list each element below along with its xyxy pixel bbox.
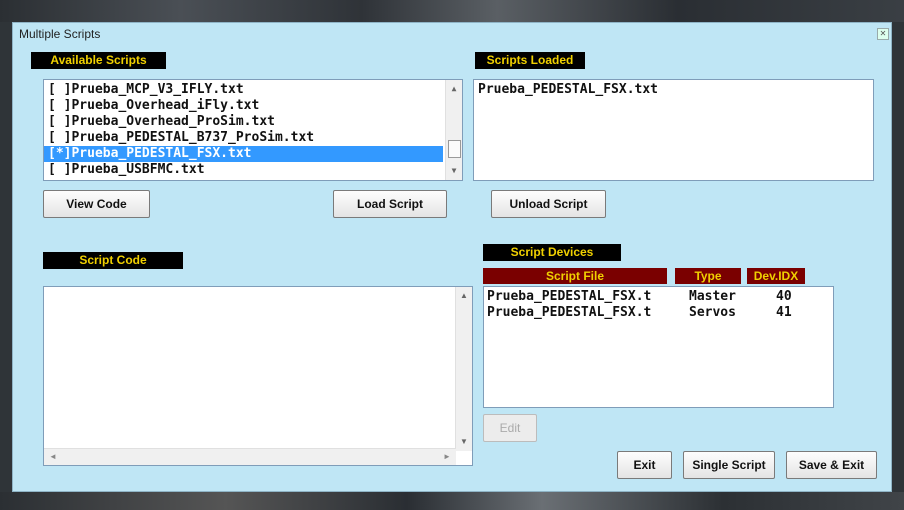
close-icon[interactable]: ✕ [877,28,889,40]
window-title: Multiple Scripts [19,27,101,41]
device-idx-cell: 41 [776,305,792,320]
column-script-file[interactable]: Script File [483,268,667,284]
scroll-thumb[interactable] [448,140,461,158]
available-script-item[interactable]: [ ]Prueba_Overhead_iFly.txt [44,98,443,114]
scroll-down-icon[interactable]: ▼ [446,164,462,178]
scroll-up-icon[interactable]: ▲ [456,289,472,303]
script-code-header: Script Code [43,252,183,269]
device-row[interactable]: Prueba_PEDESTAL_FSX.t Master 40 [484,289,833,305]
device-idx-cell: 40 [776,289,792,304]
scroll-down-icon[interactable]: ▼ [456,435,472,449]
column-type[interactable]: Type [675,268,741,284]
single-script-button[interactable]: Single Script [683,451,775,479]
exit-button[interactable]: Exit [617,451,672,479]
available-script-item[interactable]: [*]Prueba_PEDESTAL_FSX.txt [44,146,443,162]
code-vertical-scrollbar[interactable]: ▲ ▼ [455,287,472,451]
available-script-item[interactable]: [ ]Prueba_Overhead_ProSim.txt [44,114,443,130]
device-row[interactable]: Prueba_PEDESTAL_FSX.t Servos 41 [484,305,833,321]
device-file-cell: Prueba_PEDESTAL_FSX.t [487,305,652,320]
device-type-cell: Master [689,289,736,304]
load-script-button[interactable]: Load Script [333,190,447,218]
script-code-text [44,287,472,295]
available-script-item[interactable]: [ ]Prueba_PEDESTAL_B737_ProSim.txt [44,130,443,146]
column-dev-idx[interactable]: Dev.IDX [747,268,805,284]
desktop-background-top [0,0,904,22]
view-code-button[interactable]: View Code [43,190,150,218]
device-file-cell: Prueba_PEDESTAL_FSX.t [487,289,652,304]
devices-column-headers: Script File Type Dev.IDX [483,268,833,284]
available-scripts-list[interactable]: [ ]Prueba_MCP_V3_IFLY.txt[ ]Prueba_Overh… [43,79,463,181]
scripts-loaded-list[interactable]: Prueba_PEDESTAL_FSX.txt [473,79,874,181]
script-devices-header: Script Devices [483,244,621,261]
edit-button[interactable]: Edit [483,414,537,442]
scroll-right-icon[interactable]: ► [440,449,454,465]
scripts-loaded-header: Scripts Loaded [475,52,585,69]
loaded-script-item[interactable]: Prueba_PEDESTAL_FSX.txt [474,82,873,98]
available-scrollbar[interactable]: ▲ ▼ [445,80,462,180]
multiple-scripts-window: Multiple Scripts ✕ Available Scripts [ ]… [12,22,892,492]
unload-script-button[interactable]: Unload Script [491,190,606,218]
scroll-left-icon[interactable]: ◄ [46,449,60,465]
save-exit-button[interactable]: Save & Exit [786,451,877,479]
code-horizontal-scrollbar[interactable]: ◄ ► [44,448,456,465]
available-scripts-header: Available Scripts [31,52,166,69]
script-code-area[interactable]: ▲ ▼ ◄ ► [43,286,473,466]
scroll-up-icon[interactable]: ▲ [446,82,462,96]
available-script-item[interactable]: [ ]Prueba_USBFMC.txt [44,162,443,178]
desktop-background-left [0,22,12,492]
desktop-background-right [892,22,904,492]
available-script-item[interactable]: [ ]Prueba_MCP_V3_IFLY.txt [44,82,443,98]
script-devices-table[interactable]: Prueba_PEDESTAL_FSX.t Master 40 Prueba_PEDE… [483,286,834,408]
device-type-cell: Servos [689,305,736,320]
desktop-background-bottom [0,492,904,510]
